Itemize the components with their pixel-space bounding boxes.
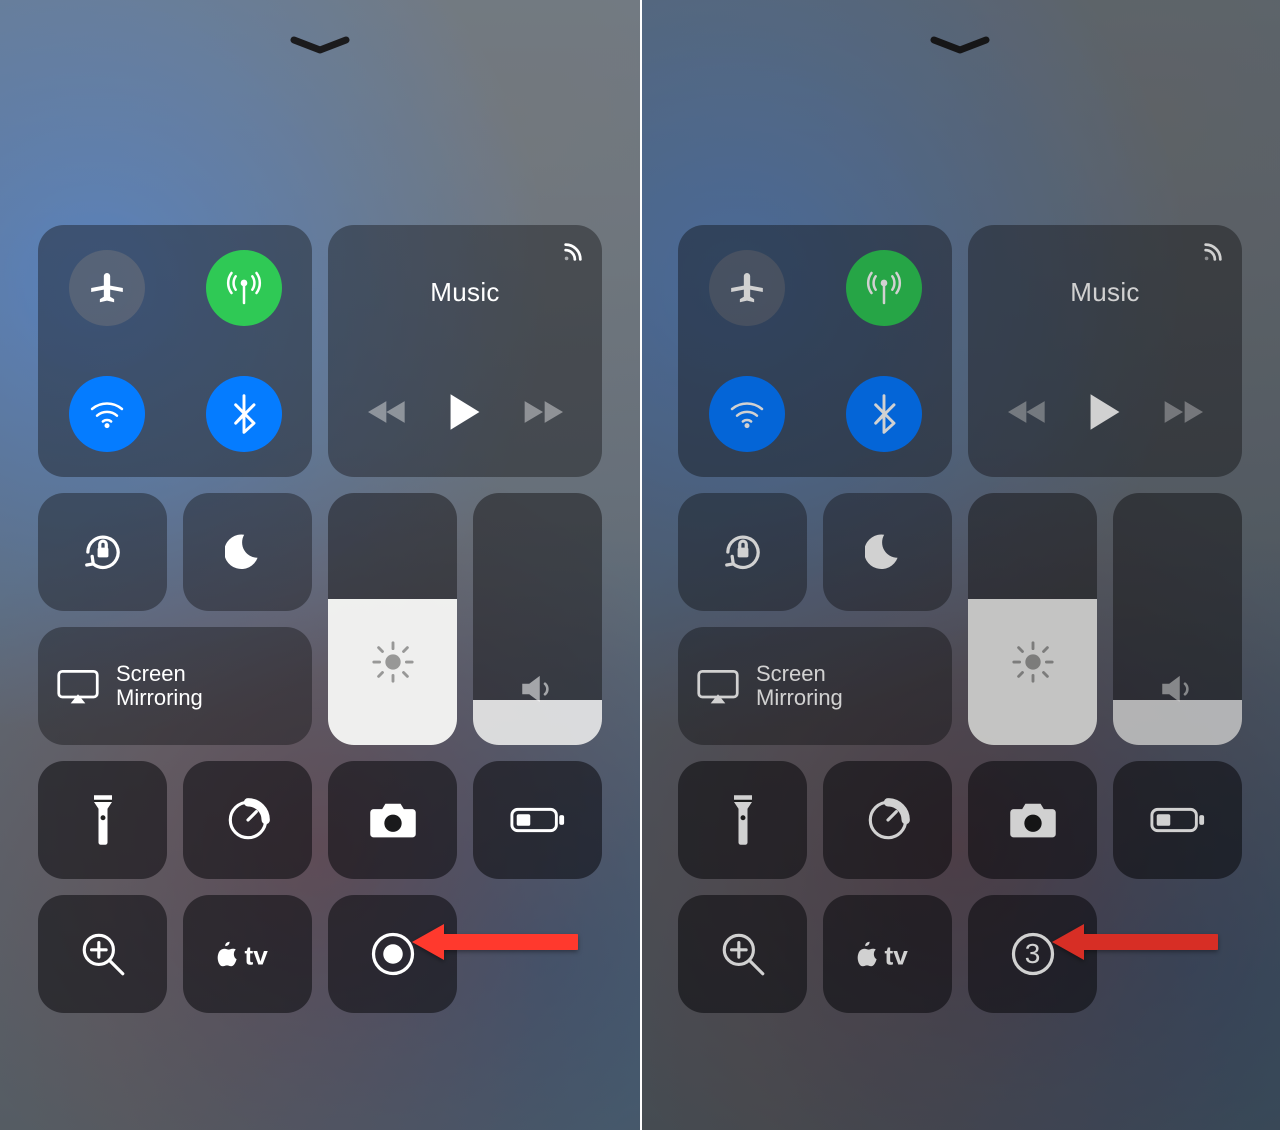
dismiss-handle[interactable]: [930, 36, 990, 56]
flashlight-button[interactable]: [678, 761, 807, 879]
previous-track-button[interactable]: [368, 397, 408, 432]
airplane-mode-toggle[interactable]: [709, 250, 785, 326]
svg-text:tv: tv: [244, 941, 268, 971]
speaker-icon: [1157, 668, 1199, 715]
svg-text:tv: tv: [884, 941, 908, 971]
wifi-toggle[interactable]: [69, 376, 145, 452]
now-playing-tile[interactable]: Music: [968, 225, 1242, 477]
wifi-toggle[interactable]: [709, 376, 785, 452]
apple-tv-remote-button[interactable]: tv: [183, 895, 312, 1013]
rewind-icon: [1008, 397, 1048, 427]
bluetooth-toggle[interactable]: [846, 376, 922, 452]
dismiss-handle[interactable]: [290, 36, 350, 56]
airplay-icon: [1202, 241, 1224, 268]
camera-button[interactable]: [328, 761, 457, 879]
speaker-icon: [517, 668, 559, 715]
moon-icon: [865, 529, 911, 575]
panel-divider: [640, 0, 642, 1130]
rewind-icon: [368, 397, 408, 427]
flashlight-icon: [728, 793, 758, 847]
magnifier-button[interactable]: [678, 895, 807, 1013]
play-icon: [447, 392, 483, 432]
do-not-disturb-toggle[interactable]: [183, 493, 312, 611]
battery-icon: [509, 805, 567, 835]
play-button[interactable]: [1087, 392, 1123, 437]
wifi-icon: [727, 394, 767, 434]
timer-icon: [223, 795, 273, 845]
low-power-mode-toggle[interactable]: [1113, 761, 1242, 879]
control-center-panel-right: Music: [640, 0, 1280, 1130]
cellular-antenna-icon: [864, 268, 904, 308]
camera-icon: [367, 800, 419, 840]
low-power-mode-toggle[interactable]: [473, 761, 602, 879]
screen-mirroring-label: Screen Mirroring: [756, 662, 843, 710]
orientation-lock-toggle[interactable]: [38, 493, 167, 611]
airplay-icon: [562, 241, 584, 268]
screen-record-button[interactable]: [328, 895, 457, 1013]
screen-record-icon: [367, 928, 419, 980]
screen-record-countdown-value: 3: [1025, 938, 1041, 970]
do-not-disturb-toggle[interactable]: [823, 493, 952, 611]
apple-tv-icon: tv: [853, 934, 923, 974]
fastforward-icon: [523, 397, 563, 427]
magnifier-icon: [78, 929, 128, 979]
orientation-lock-icon: [717, 526, 769, 578]
next-track-button[interactable]: [523, 397, 563, 432]
battery-icon: [1149, 805, 1207, 835]
timer-button[interactable]: [183, 761, 312, 879]
screen-mirroring-label: Screen Mirroring: [116, 662, 203, 710]
control-center-panel-left: Music: [0, 0, 640, 1130]
screen-mirroring-button[interactable]: Screen Mirroring: [38, 627, 312, 745]
camera-icon: [1007, 800, 1059, 840]
volume-slider[interactable]: [1113, 493, 1242, 745]
next-track-button[interactable]: [1163, 397, 1203, 432]
wifi-icon: [87, 394, 127, 434]
magnifier-button[interactable]: [38, 895, 167, 1013]
magnifier-icon: [718, 929, 768, 979]
flashlight-button[interactable]: [38, 761, 167, 879]
media-title: Music: [430, 277, 499, 308]
media-title: Music: [1070, 277, 1139, 308]
screen-record-button[interactable]: 3: [968, 895, 1097, 1013]
screen-mirroring-icon: [56, 668, 100, 704]
moon-icon: [225, 529, 271, 575]
orientation-lock-icon: [77, 526, 129, 578]
timer-button[interactable]: [823, 761, 952, 879]
cellular-antenna-icon: [224, 268, 264, 308]
brightness-slider[interactable]: [328, 493, 457, 745]
screen-mirroring-button[interactable]: Screen Mirroring: [678, 627, 952, 745]
connectivity-group[interactable]: [38, 225, 312, 477]
cellular-data-toggle[interactable]: [206, 250, 282, 326]
orientation-lock-toggle[interactable]: [678, 493, 807, 611]
play-icon: [1087, 392, 1123, 432]
play-button[interactable]: [447, 392, 483, 437]
apple-tv-remote-button[interactable]: tv: [823, 895, 952, 1013]
airplane-icon: [728, 269, 766, 307]
volume-slider[interactable]: [473, 493, 602, 745]
camera-button[interactable]: [968, 761, 1097, 879]
screen-mirroring-icon: [696, 668, 740, 704]
airplane-icon: [88, 269, 126, 307]
timer-icon: [863, 795, 913, 845]
flashlight-icon: [88, 793, 118, 847]
cellular-data-toggle[interactable]: [846, 250, 922, 326]
previous-track-button[interactable]: [1008, 397, 1048, 432]
connectivity-group[interactable]: [678, 225, 952, 477]
bluetooth-icon: [227, 394, 261, 434]
bluetooth-toggle[interactable]: [206, 376, 282, 452]
apple-tv-icon: tv: [213, 934, 283, 974]
sun-icon: [1010, 639, 1056, 690]
bluetooth-icon: [867, 394, 901, 434]
airplane-mode-toggle[interactable]: [69, 250, 145, 326]
now-playing-tile[interactable]: Music: [328, 225, 602, 477]
fastforward-icon: [1163, 397, 1203, 427]
brightness-slider[interactable]: [968, 493, 1097, 745]
sun-icon: [370, 639, 416, 690]
